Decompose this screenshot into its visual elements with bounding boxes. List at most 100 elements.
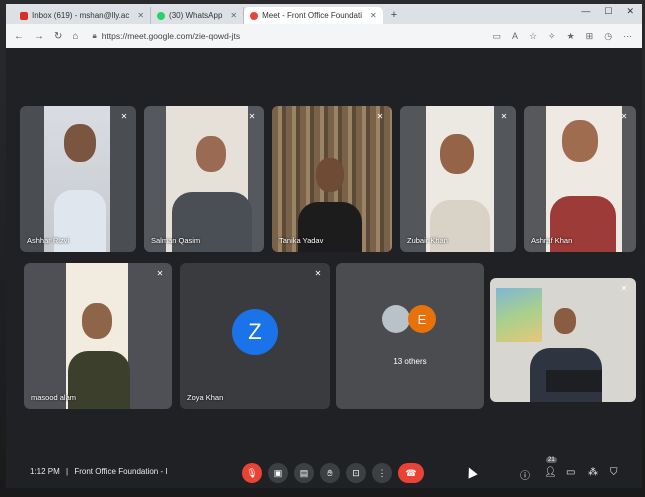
favorites-icon[interactable]: ★ [567, 31, 575, 42]
new-tab-button[interactable]: + [383, 7, 405, 24]
tab-whatsapp[interactable]: (30) WhatsApp ✕ [151, 7, 245, 24]
participant-name: Zubair Khan [407, 236, 448, 245]
participant-name: Ashhar Rizvi [27, 236, 70, 245]
people-count-badge: 21 [546, 457, 557, 463]
more-vert-icon: ⋮ [377, 467, 387, 478]
activities-icon[interactable]: ⁂ [588, 467, 598, 478]
person-head [64, 124, 96, 162]
hand-icon: ✋︎ [327, 467, 333, 478]
camera-icon[interactable]: ▭ [492, 31, 501, 42]
star-icon[interactable]: ☆ [529, 31, 537, 42]
back-icon[interactable]: ← [14, 31, 24, 42]
tab-label: (30) WhatsApp [169, 11, 223, 20]
person-head [196, 136, 226, 172]
meeting-info: 1:12 PM | Front Office Foundation - I [30, 467, 168, 476]
history-icon[interactable]: ◷ [604, 31, 612, 42]
camera-toggle-button[interactable]: ▣ [268, 463, 288, 483]
muted-mic-icon: ✕ [120, 112, 128, 121]
close-window-icon[interactable]: ✕ [626, 6, 634, 17]
camera-icon: ▣ [273, 467, 283, 478]
person-head [82, 303, 112, 339]
url-text: https://meet.google.com/zie-qowd-jts [101, 31, 241, 41]
muted-mic-icon: ✕ [620, 112, 628, 121]
reload-icon[interactable]: ↻ [54, 31, 62, 42]
muted-mic-icon: ✕ [248, 112, 256, 121]
person-body [68, 351, 130, 409]
meeting-title: Front Office Foundation - I [74, 467, 168, 476]
participant-name: Zoya Khan [187, 393, 224, 402]
participant-name: Tanika Yadav [279, 236, 324, 245]
meet-icon [250, 11, 259, 20]
mic-toggle-button[interactable]: 🎙︎ [242, 463, 262, 483]
participant-tile[interactable]: ✕ Zubair Khan [400, 106, 516, 252]
host-controls-icon[interactable]: ⛉ [610, 467, 618, 478]
close-tab-icon[interactable]: ✕ [370, 11, 377, 20]
meeting-control-bar: 1:12 PM | Front Office Foundation - I 🎙︎… [6, 455, 642, 491]
participant-tile[interactable]: Z ✕ Zoya Khan [180, 263, 330, 409]
screen: Inbox (619) - mshan@lly.ac ✕ (30) WhatsA… [0, 0, 645, 497]
settings-icon[interactable]: ⋯ [623, 31, 632, 42]
present-icon: ⊡ [352, 467, 360, 478]
others-avatar: E [408, 305, 436, 333]
muted-mic-icon: ✕ [314, 269, 322, 278]
url-field[interactable]: 🔒︎ https://meet.google.com/zie-qowd-jts [88, 28, 478, 45]
close-tab-icon[interactable]: ✕ [230, 11, 237, 20]
person-head [562, 120, 598, 162]
captions-button[interactable]: ▤ [294, 463, 314, 483]
collections-icon[interactable]: ⊞ [586, 31, 594, 42]
tab-gmail[interactable]: Inbox (619) - mshan@lly.ac ✕ [14, 7, 152, 24]
laptop [546, 370, 602, 392]
participant-tile[interactable]: ✕ Salman Qasim [144, 106, 264, 252]
browser-tab-bar: Inbox (619) - mshan@lly.ac ✕ (30) WhatsA… [6, 4, 642, 24]
read-aloud-icon[interactable]: A [512, 31, 518, 42]
present-button[interactable]: ⊡ [346, 463, 366, 483]
end-call-icon: ☎︎ [405, 467, 417, 478]
participant-tile[interactable]: ✕ Ashraf Khan [524, 106, 636, 252]
muted-mic-icon: ✕ [620, 284, 628, 293]
others-label: 13 others [393, 357, 427, 366]
people-icon[interactable]: 👤︎ [544, 467, 557, 478]
toolbar-icons: ▭ A ☆ ✧ ★ ⊞ ◷ ⋯ [492, 31, 632, 42]
others-photo-avatar [382, 305, 410, 333]
meet-stage: ✕ Ashhar Rizvi ✕ Salman Qasim ✕ Tanika Y… [6, 48, 642, 488]
lock-icon: 🔒︎ [92, 31, 97, 40]
forward-icon[interactable]: → [34, 31, 44, 42]
current-time: 1:12 PM [30, 467, 60, 476]
muted-mic-icon: ✕ [500, 112, 508, 121]
gmail-icon [20, 11, 28, 20]
participant-tile[interactable]: ✕ masood alam [24, 263, 172, 409]
mouse-cursor-icon [464, 465, 478, 479]
more-options-button[interactable]: ⋮ [372, 463, 392, 483]
mic-off-icon: 🎙︎ [246, 467, 258, 478]
muted-mic-icon: ✕ [376, 112, 384, 121]
window-controls: — ☐ ✕ [581, 6, 634, 17]
tab-label: Inbox (619) - mshan@lly.ac [32, 11, 130, 20]
whatsapp-icon [157, 11, 166, 20]
wall-map [496, 288, 542, 342]
others-tile[interactable]: E 13 others [336, 263, 484, 409]
participant-tile[interactable]: ✕ Ashhar Rizvi [20, 106, 136, 252]
address-bar: ← → ↻ ⌂ 🔒︎ https://meet.google.com/zie-q… [6, 24, 642, 48]
maximize-icon[interactable]: ☐ [604, 6, 612, 17]
separator: | [66, 467, 69, 476]
home-icon[interactable]: ⌂ [72, 31, 78, 42]
person-head [554, 308, 576, 334]
tab-label: Meet - Front Office Foundati [262, 11, 363, 20]
raise-hand-button[interactable]: ✋︎ [320, 463, 340, 483]
participant-tile[interactable]: ✕ [490, 278, 636, 402]
person-head [316, 158, 344, 192]
participant-avatar: Z [232, 309, 278, 355]
participant-name: Salman Qasim [151, 236, 201, 245]
participant-tile[interactable]: ✕ Tanika Yadav [272, 106, 392, 252]
participant-name: masood alam [31, 393, 77, 402]
close-tab-icon[interactable]: ✕ [137, 11, 144, 20]
participant-name: Ashraf Khan [531, 236, 573, 245]
chat-icon[interactable]: ▭ [566, 467, 575, 478]
leave-call-button[interactable]: ☎︎ [398, 463, 424, 483]
tab-meet[interactable]: Meet - Front Office Foundati ✕ [244, 7, 383, 24]
info-icon[interactable]: ⓘ [520, 467, 530, 482]
minimize-icon[interactable]: — [581, 6, 590, 17]
captions-icon: ▤ [299, 467, 309, 478]
person-head [440, 134, 474, 174]
extensions-icon[interactable]: ✧ [548, 31, 556, 42]
